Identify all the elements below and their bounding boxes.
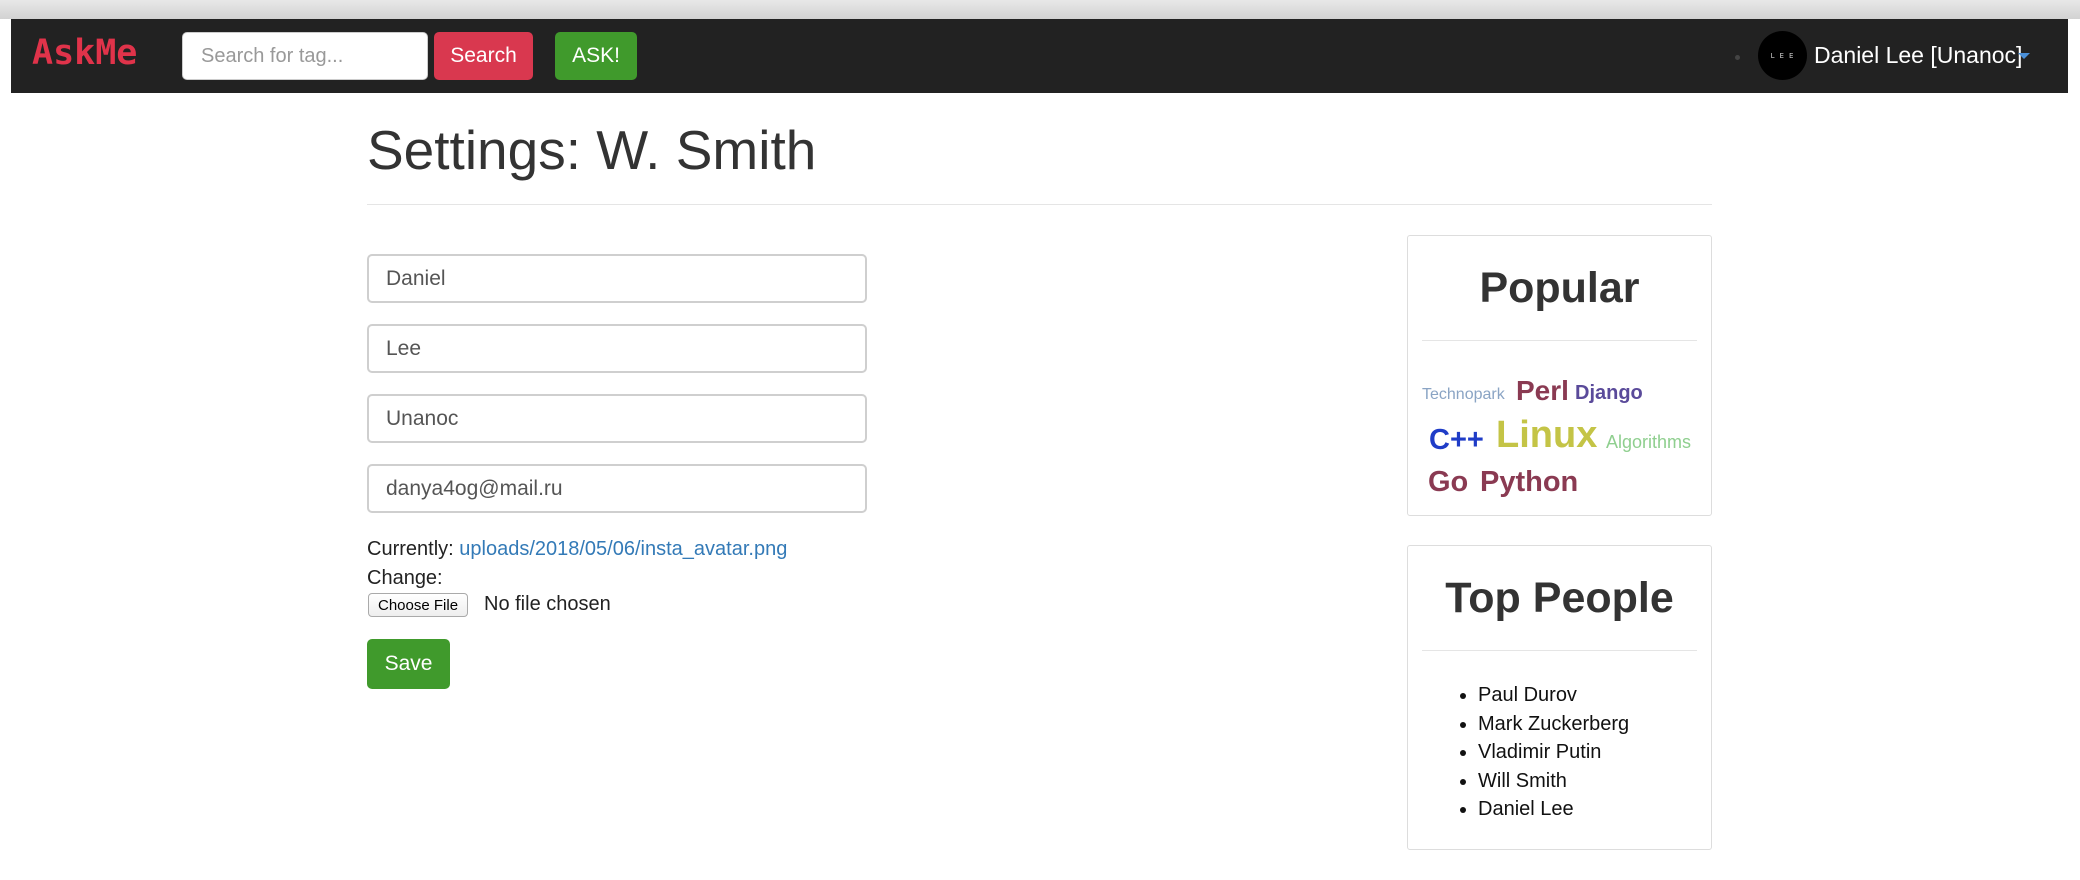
title-divider	[367, 204, 1712, 205]
list-item[interactable]: Mark Zuckerberg	[1478, 710, 1629, 739]
file-status-text: No file chosen	[484, 593, 611, 615]
last-name-field[interactable]	[367, 324, 867, 373]
save-button[interactable]: Save	[367, 639, 450, 689]
top-people-panel: Top People Paul Durov Mark Zuckerberg Vl…	[1407, 545, 1712, 850]
status-dot-icon	[1735, 55, 1740, 60]
email-field[interactable]	[367, 464, 867, 513]
browser-top-strip	[0, 0, 2080, 19]
user-menu-toggle[interactable]: Daniel Lee [Unanoc]	[1814, 42, 2022, 69]
tag-perl[interactable]: Perl	[1516, 375, 1569, 407]
popular-tags-panel: Popular Technopark Perl Django C++ Linux…	[1407, 235, 1712, 516]
search-button[interactable]: Search	[434, 32, 533, 80]
list-item[interactable]: Vladimir Putin	[1478, 738, 1629, 767]
list-item[interactable]: Daniel Lee	[1478, 795, 1629, 824]
first-name-field[interactable]	[367, 254, 867, 303]
ask-button[interactable]: ASK!	[555, 32, 637, 80]
brand-logo[interactable]: AskMe	[32, 33, 137, 73]
tag-django[interactable]: Django	[1575, 382, 1643, 405]
tag-technopark[interactable]: Technopark	[1422, 386, 1505, 404]
navbar: AskMe Search ASK! LEE Daniel Lee [Unanoc…	[11, 19, 2068, 93]
tag-go[interactable]: Go	[1428, 466, 1468, 499]
tag-python[interactable]: Python	[1480, 466, 1578, 499]
popular-title: Popular	[1479, 264, 1640, 312]
caret-down-icon[interactable]	[2018, 53, 2030, 59]
tag-algorithms[interactable]: Algorithms	[1606, 432, 1691, 453]
current-avatar-row: Currently: uploads/2018/05/06/insta_avat…	[367, 538, 787, 561]
avatar-file-link[interactable]: uploads/2018/05/06/insta_avatar.png	[459, 538, 787, 560]
list-item[interactable]: Paul Durov	[1478, 681, 1629, 710]
top-people-divider	[1422, 650, 1697, 651]
popular-divider	[1422, 340, 1697, 341]
tag-cpp[interactable]: C++	[1429, 424, 1484, 457]
top-people-list: Paul Durov Mark Zuckerberg Vladimir Puti…	[1478, 681, 1629, 824]
currently-label: Currently:	[367, 538, 454, 560]
avatar[interactable]: LEE	[1758, 31, 1807, 80]
tag-linux[interactable]: Linux	[1496, 414, 1597, 457]
page-title: Settings: W. Smith	[367, 119, 817, 181]
nickname-field[interactable]	[367, 394, 867, 443]
list-item[interactable]: Will Smith	[1478, 767, 1629, 796]
change-label: Change:	[367, 567, 443, 589]
top-people-title: Top People	[1445, 574, 1674, 622]
tag-search-input[interactable]	[182, 32, 428, 80]
choose-file-button[interactable]: Choose File	[368, 593, 469, 617]
